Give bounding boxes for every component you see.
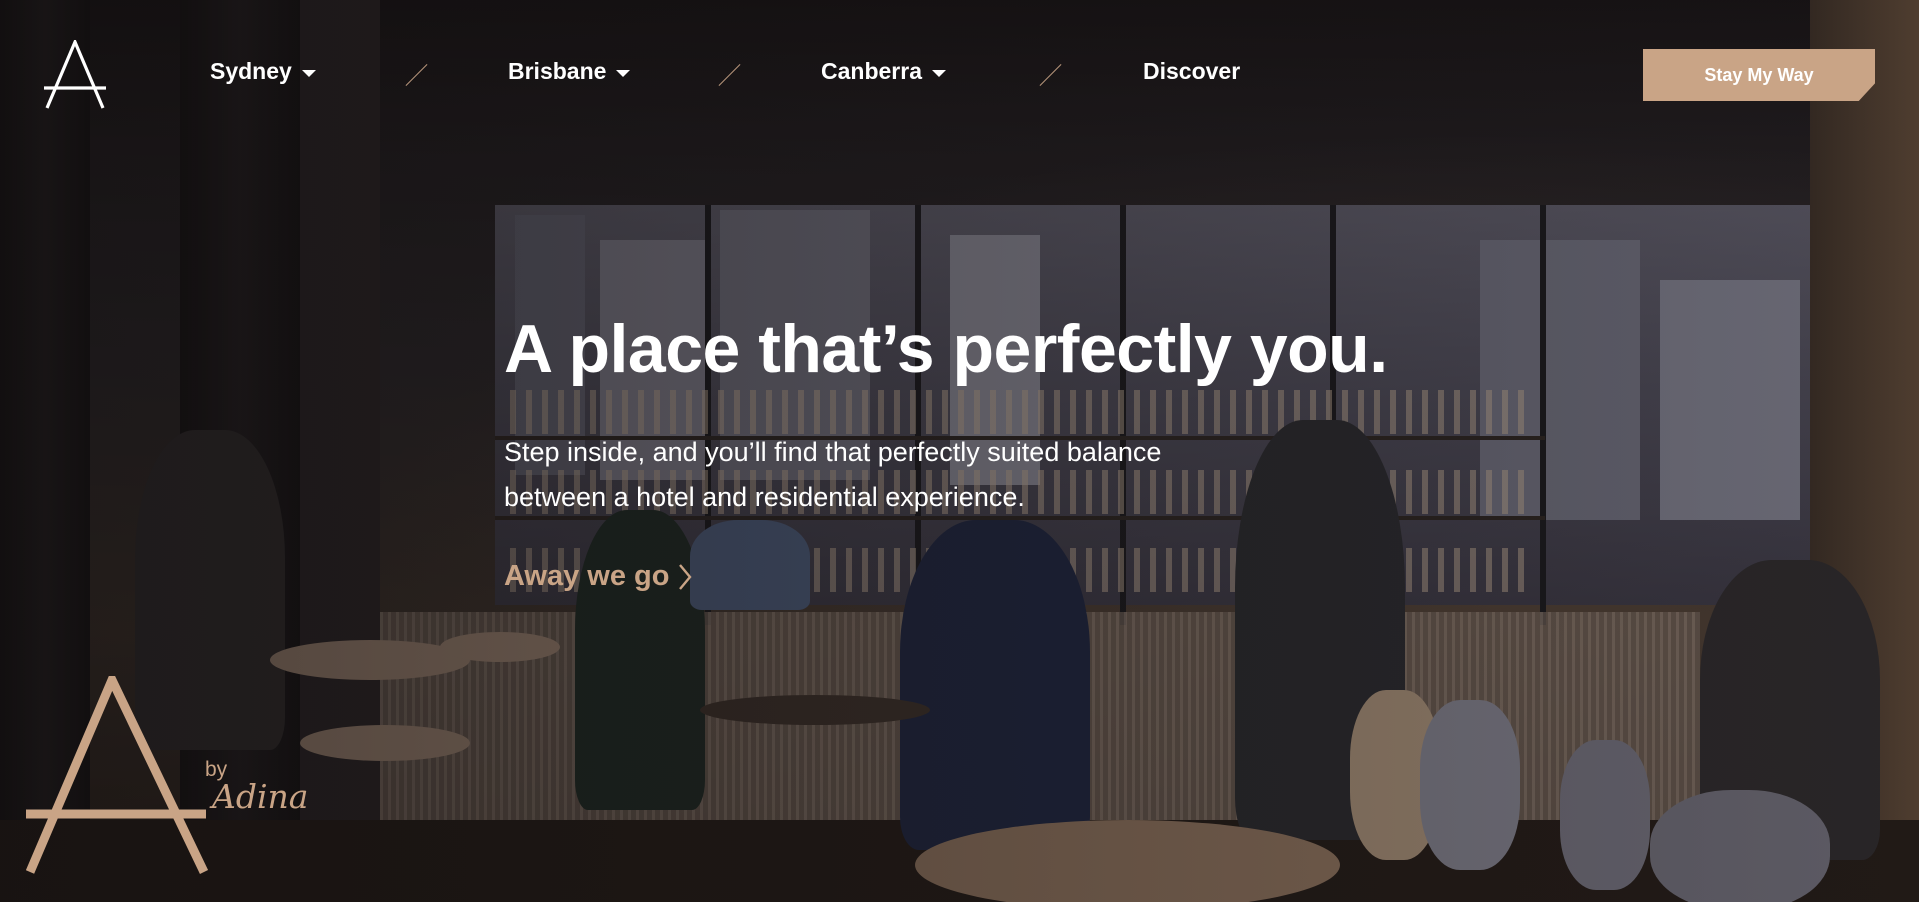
- hero-subcopy: Step inside, and you’ll find that perfec…: [504, 437, 1162, 512]
- chevron-down-icon: [616, 69, 631, 77]
- nav-item-canberra[interactable]: Canberra: [821, 58, 946, 85]
- chevron-down-icon: [931, 69, 946, 77]
- chevron-right-icon: [679, 563, 693, 590]
- nav-item-brisbane[interactable]: Brisbane: [508, 58, 631, 85]
- chevron-down-icon: [301, 69, 316, 77]
- hero-headline: A place that’s perfectly you.: [504, 311, 1388, 387]
- nav-item-label: Sydney: [210, 58, 292, 84]
- hero-section: Sydney Brisbane Canberra Discover Stay M…: [0, 0, 1919, 902]
- nav-item-label: Canberra: [821, 58, 922, 84]
- nav-item-label: Brisbane: [508, 58, 607, 84]
- away-we-go-link[interactable]: Away we go: [504, 560, 693, 593]
- nav-item-discover[interactable]: Discover: [1143, 58, 1240, 85]
- nav-item-sydney[interactable]: Sydney: [210, 58, 316, 85]
- stay-my-way-button[interactable]: Stay My Way: [1643, 49, 1875, 101]
- link-label: Away we go: [504, 560, 670, 592]
- nav-item-label: Discover: [1143, 58, 1241, 84]
- brand-name-text: Adina: [212, 777, 309, 816]
- a-monogram-logo[interactable]: [44, 40, 106, 110]
- a-by-adina-logo: [26, 676, 209, 874]
